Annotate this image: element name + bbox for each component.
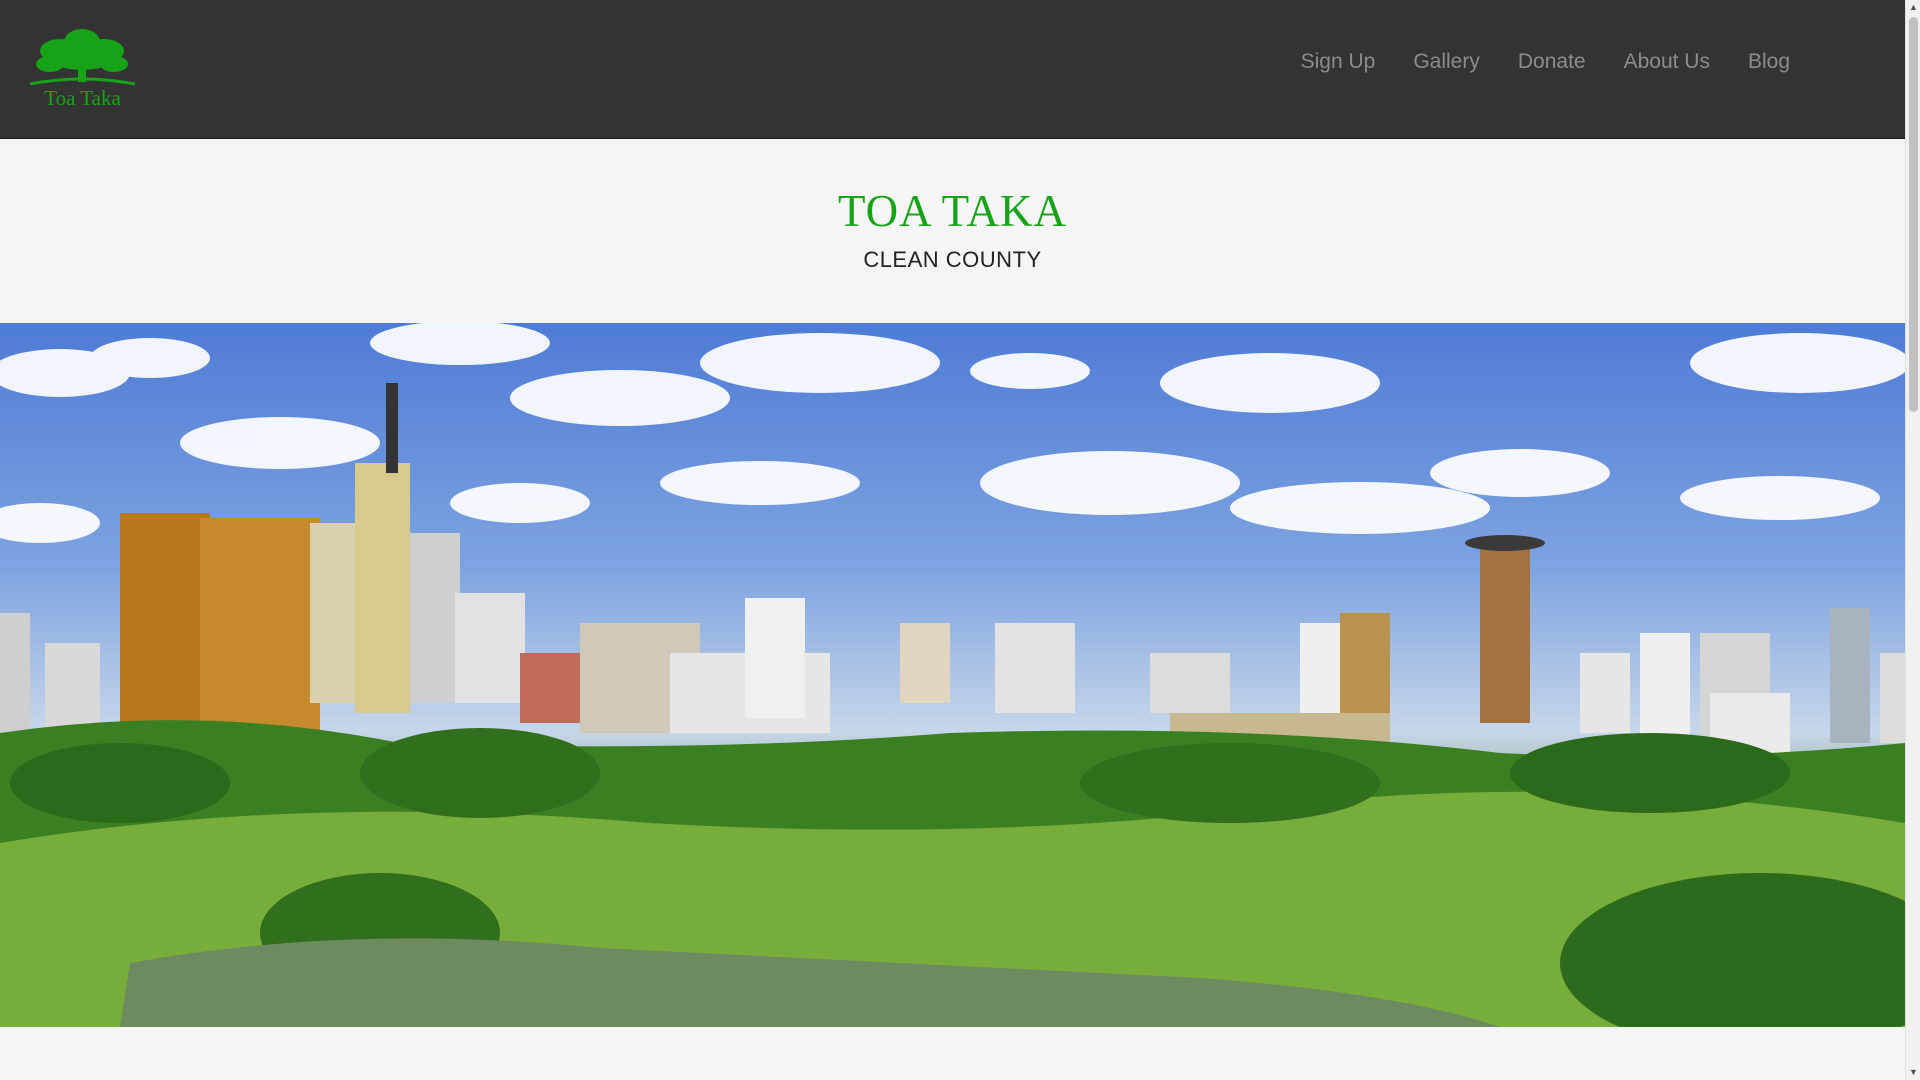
arrow-up-icon[interactable]: ▲ xyxy=(1906,0,1920,15)
brand-subtitle: CLEAN COUNTY xyxy=(863,247,1042,272)
nav-gallery[interactable]: Gallery xyxy=(1394,46,1499,78)
site-header: TOA TAKA CLEAN COUNTY xyxy=(0,139,1905,323)
scrollbar-thumb[interactable] xyxy=(1909,17,1918,412)
nav-blog[interactable]: Blog xyxy=(1729,46,1809,78)
nav-about-us[interactable]: About Us xyxy=(1605,46,1729,78)
navbar: Toa Taka Sign Up Gallery Donate About Us… xyxy=(0,0,1905,139)
hero-image xyxy=(0,323,1905,1027)
logo-text: Toa Taka xyxy=(44,86,121,110)
city-skyline-image xyxy=(0,323,1905,1027)
brand-title: TOA TAKA xyxy=(837,186,1067,236)
nav-sign-up[interactable]: Sign Up xyxy=(1282,46,1395,78)
main-nav: Sign Up Gallery Donate About Us Blog xyxy=(1282,46,1809,78)
nav-donate[interactable]: Donate xyxy=(1499,46,1605,78)
logo[interactable]: Toa Taka xyxy=(20,26,145,112)
tree-logo-icon xyxy=(29,29,136,86)
page-scrollbar[interactable]: ▲ ▼ xyxy=(1905,0,1920,1080)
arrow-down-icon[interactable]: ▼ xyxy=(1906,1065,1920,1080)
